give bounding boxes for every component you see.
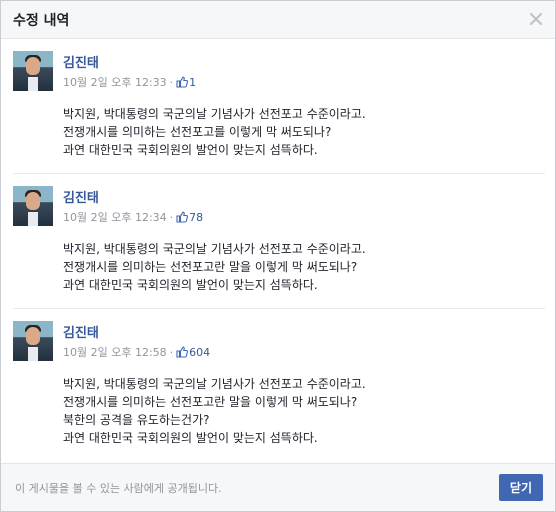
post-text-line: 전쟁개시를 의미하는 선전포고를 이렇게 막 써도되나? xyxy=(63,125,332,139)
author-name[interactable]: 김진태 xyxy=(63,322,210,341)
close-button[interactable]: 닫기 xyxy=(498,474,543,501)
post-text-line: 박지원, 박대통령의 국군의날 기념사가 선전포고 수준이라고. xyxy=(63,107,366,121)
post-text: 박지원, 박대통령의 국군의날 기념사가 선전포고 수준이라고. 전쟁개시를 의… xyxy=(63,240,545,294)
separator-dot: · xyxy=(169,210,174,224)
close-icon[interactable] xyxy=(527,10,545,28)
separator-dot: · xyxy=(169,345,174,359)
thumbs-up-icon xyxy=(176,211,189,223)
timestamp[interactable]: 10월 2일 오후 12:33 xyxy=(63,74,167,90)
revision-entry: 김진태 10월 2일 오후 12:33 · 1 박지원, 박대통령의 국군의날 … xyxy=(13,39,545,174)
post-text-line: 과연 대한민국 국회의원의 발언이 맞는지 섬뜩하다. xyxy=(63,143,318,157)
post-text-line: 전쟁개시를 의미하는 선전포고란 말을 이렇게 막 써도되나? xyxy=(63,260,358,274)
dialog-title: 수정 내역 xyxy=(13,12,70,29)
like-count[interactable]: 604 xyxy=(189,346,210,359)
post-text-line: 과연 대한민국 국회의원의 발언이 맞는지 섬뜩하다. xyxy=(63,278,318,292)
audience-note: 이 게시물을 볼 수 있는 사람에게 공개됩니다. xyxy=(15,481,222,495)
post-text-line: 전쟁개시를 의미하는 선전포고란 말을 이렇게 막 써도되나? xyxy=(63,395,358,409)
dialog-footer: 이 게시물을 볼 수 있는 사람에게 공개됩니다. 닫기 xyxy=(1,463,555,511)
revision-history-dialog: 수정 내역 김진태 10월 2일 오후 12:33 · 1 박지원, 박대통령의… xyxy=(0,0,556,512)
revision-entry: 김진태 10월 2일 오후 12:34 · 78 박지원, 박대통령의 국군의날… xyxy=(13,174,545,309)
post-text-line: 박지원, 박대통령의 국군의날 기념사가 선전포고 수준이라고. xyxy=(63,377,366,391)
author-name[interactable]: 김진태 xyxy=(63,52,196,71)
avatar[interactable] xyxy=(13,51,53,91)
post-text-line: 박지원, 박대통령의 국군의날 기념사가 선전포고 수준이라고. xyxy=(63,242,366,256)
timestamp[interactable]: 10월 2일 오후 12:58 xyxy=(63,344,167,360)
author-name[interactable]: 김진태 xyxy=(63,187,203,206)
like-count[interactable]: 78 xyxy=(189,211,203,224)
revision-entry: 김진태 10월 2일 오후 12:58 · 604 박지원, 박대통령의 국군의… xyxy=(13,309,545,461)
avatar[interactable] xyxy=(13,321,53,361)
like-count[interactable]: 1 xyxy=(189,76,196,89)
avatar[interactable] xyxy=(13,186,53,226)
post-text-line: 과연 대한민국 국회의원의 발언이 맞는지 섬뜩하다. xyxy=(63,431,318,445)
timestamp[interactable]: 10월 2일 오후 12:34 xyxy=(63,209,167,225)
post-text-line: 북한의 공격을 유도하는건가? xyxy=(63,413,210,427)
post-text: 박지원, 박대통령의 국군의날 기념사가 선전포고 수준이라고. 전쟁개시를 의… xyxy=(63,375,545,447)
dialog-header: 수정 내역 xyxy=(1,1,555,39)
thumbs-up-icon xyxy=(176,76,189,88)
revision-list[interactable]: 김진태 10월 2일 오후 12:33 · 1 박지원, 박대통령의 국군의날 … xyxy=(1,39,555,463)
thumbs-up-icon xyxy=(176,346,189,358)
post-text: 박지원, 박대통령의 국군의날 기념사가 선전포고 수준이라고. 전쟁개시를 의… xyxy=(63,105,545,159)
separator-dot: · xyxy=(169,75,174,89)
